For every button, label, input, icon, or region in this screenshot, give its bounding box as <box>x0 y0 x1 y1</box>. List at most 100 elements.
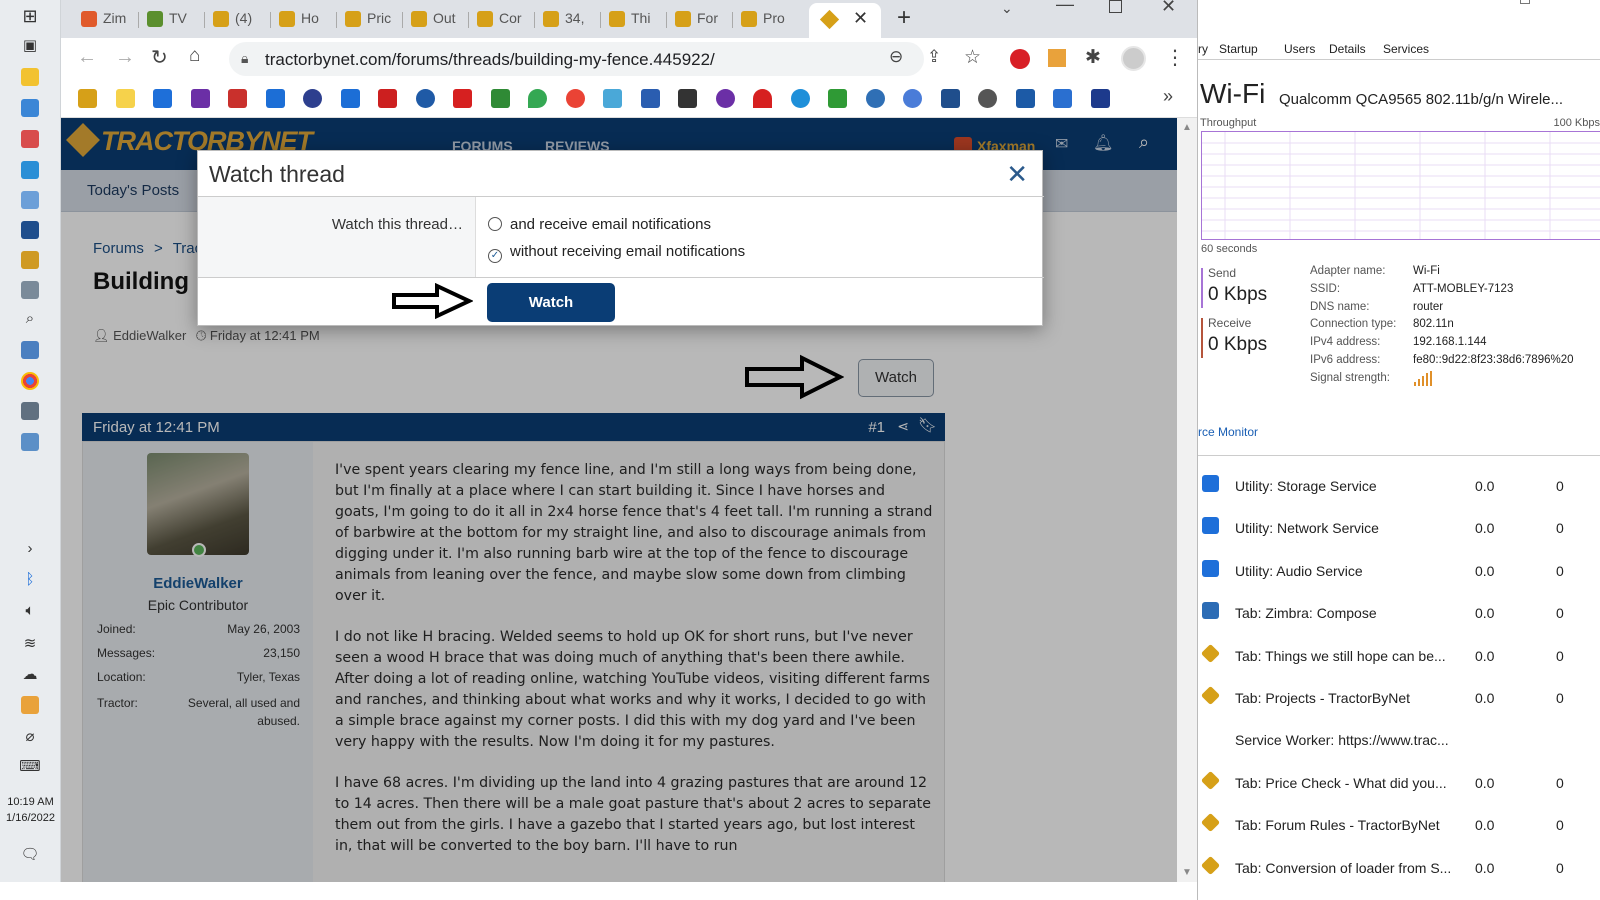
bookmark-icon[interactable] <box>941 89 960 108</box>
scroll-down-icon[interactable]: ▼ <box>1182 867 1192 878</box>
maximize-icon[interactable] <box>1520 0 1530 4</box>
maximize-icon[interactable] <box>1109 0 1122 13</box>
process-row[interactable]: Tab: Zimbra: Compose 0.0 0 <box>1198 588 1600 630</box>
bookmark-icon[interactable] <box>1091 89 1110 108</box>
process-row[interactable]: Service Worker: https://www.trac... <box>1198 715 1600 757</box>
scroll-up-icon[interactable]: ▲ <box>1182 122 1192 133</box>
browser-tab[interactable]: Out <box>403 4 469 34</box>
bookmark-icon[interactable] <box>1053 89 1072 108</box>
tab-search-icon[interactable]: ⌄ <box>1001 0 1013 17</box>
bookmark-icon[interactable] <box>828 89 847 108</box>
menu-icon[interactable]: ⋮ <box>1165 45 1185 70</box>
taskbar-clock[interactable]: 10:19 AM 1/16/2022 <box>0 794 61 826</box>
active-browser-tab[interactable]: ✕ <box>809 3 881 38</box>
radio-email-notifications[interactable]: and receive email notifications <box>488 216 711 233</box>
zoom-icon[interactable]: ⊖ <box>889 47 903 67</box>
share-icon[interactable]: ⇪ <box>927 47 941 67</box>
bookmark-icon[interactable] <box>78 89 97 108</box>
tab-startup[interactable]: Startup <box>1219 42 1258 56</box>
file-explorer-icon[interactable] <box>21 68 39 86</box>
bookmark-icon[interactable] <box>341 89 360 108</box>
home-icon[interactable]: ⌂ <box>189 45 200 67</box>
app-icon[interactable] <box>21 161 39 179</box>
bookmark-icon[interactable] <box>491 89 510 108</box>
lock-icon[interactable]: 🔒︎ <box>241 50 248 67</box>
bookmark-icon[interactable] <box>866 89 885 108</box>
browser-tab[interactable]: Pric <box>337 4 403 34</box>
close-tab-icon[interactable]: ✕ <box>853 8 868 29</box>
bookmark-star-icon[interactable]: ☆ <box>964 46 981 69</box>
onedrive-icon[interactable]: ☁︎ <box>18 665 42 683</box>
bluetooth-icon[interactable]: ᛒ <box>18 571 42 588</box>
bookmark-icon[interactable] <box>191 89 210 108</box>
browser-tab[interactable]: Zim <box>73 4 139 34</box>
minimize-icon[interactable]: — <box>1056 0 1074 15</box>
calculator-icon[interactable] <box>21 402 39 420</box>
printer-icon[interactable] <box>21 281 39 299</box>
bookmark-icon[interactable] <box>378 89 397 108</box>
windows-start-icon[interactable]: ⊞ <box>18 6 42 27</box>
browser-tab[interactable]: Ho <box>271 4 337 34</box>
new-tab-button[interactable]: + <box>897 4 911 32</box>
bookmark-icon[interactable] <box>641 89 660 108</box>
bookmark-icon[interactable] <box>903 89 922 108</box>
browser-tab[interactable]: TV <box>139 4 205 34</box>
process-row[interactable]: Utility: Storage Service 0.0 0 <box>1198 461 1600 503</box>
browser-tab[interactable]: (4) <box>205 4 271 34</box>
tab-details[interactable]: Details <box>1329 42 1366 56</box>
bookmark-icon[interactable] <box>153 89 172 108</box>
radio-unchecked-icon[interactable] <box>488 217 502 231</box>
bookmark-icon[interactable] <box>753 89 772 108</box>
extension-icon[interactable] <box>1048 49 1066 67</box>
resource-monitor-link[interactable]: rce Monitor <box>1198 425 1258 439</box>
bookmark-icon[interactable] <box>528 89 547 108</box>
attachment-icon[interactable]: ⌀ <box>18 727 42 745</box>
process-row[interactable]: Utility: Audio Service 0.0 0 <box>1198 546 1600 588</box>
browser-tab[interactable]: Pro <box>733 4 799 34</box>
bookmark-icon[interactable] <box>266 89 285 108</box>
app-icon[interactable] <box>21 130 39 148</box>
process-row[interactable]: Tab: Forum Rules - TractorByNet 0.0 0 <box>1198 800 1600 842</box>
page-scrollbar[interactable]: ▲ ▼ <box>1177 118 1197 882</box>
extensions-puzzle-icon[interactable]: ✱ <box>1085 46 1101 69</box>
radio-no-email-notifications[interactable]: ✓ without receiving email notifications <box>488 243 745 263</box>
bookmark-icon[interactable] <box>603 89 622 108</box>
chevron-right-icon[interactable]: › <box>18 540 42 557</box>
chrome-icon[interactable] <box>21 372 39 390</box>
browser-tab[interactable]: 34, <box>535 4 601 34</box>
keyboard-icon[interactable]: ⌨︎ <box>18 757 42 775</box>
process-row[interactable]: Tab: Conversion of loader from S... 0.0 0 <box>1198 843 1600 885</box>
tab-history[interactable]: ry <box>1198 42 1208 56</box>
process-row[interactable]: Utility: Network Service 0.0 0 <box>1198 503 1600 545</box>
profile-avatar[interactable] <box>1121 46 1146 71</box>
volume-icon[interactable]: 🔈︎ <box>18 602 42 619</box>
search-icon[interactable]: ⌕ <box>18 310 42 327</box>
browser-tab[interactable]: Cor <box>469 4 535 34</box>
browser-tab[interactable]: Thi <box>601 4 667 34</box>
close-dialog-icon[interactable]: ✕ <box>1006 159 1028 190</box>
bookmark-icon[interactable] <box>566 89 585 108</box>
tab-users[interactable]: Users <box>1284 42 1315 56</box>
radio-label[interactable]: and receive email notifications <box>510 216 711 233</box>
app-icon[interactable] <box>21 251 39 269</box>
bookmark-icon[interactable] <box>453 89 472 108</box>
app-icon[interactable] <box>21 191 39 209</box>
forward-icon[interactable]: → <box>115 46 135 69</box>
app-icon[interactable] <box>21 696 39 714</box>
bookmark-icon[interactable] <box>791 89 810 108</box>
process-row[interactable]: Tab: Things we still hope can be... 0.0 0 <box>1198 631 1600 673</box>
radio-checked-icon[interactable]: ✓ <box>488 249 502 263</box>
back-icon[interactable]: ← <box>77 46 97 69</box>
bookmark-icon[interactable] <box>978 89 997 108</box>
bookmark-folder-icon[interactable] <box>116 89 135 108</box>
extension-icon[interactable] <box>1010 49 1030 69</box>
app-icon[interactable] <box>21 341 39 359</box>
tab-services[interactable]: Services <box>1383 42 1429 56</box>
watch-submit-button[interactable]: Watch <box>487 283 615 322</box>
task-manager-icon[interactable] <box>21 433 39 451</box>
radio-label[interactable]: without receiving email notifications <box>510 243 745 260</box>
bookmark-icon[interactable] <box>1016 89 1035 108</box>
notifications-icon[interactable]: 🗨︎ <box>18 845 42 863</box>
wifi-icon[interactable]: ≋ <box>18 634 42 652</box>
process-row[interactable]: Tab: Price Check - What did you... 0.0 0 <box>1198 758 1600 800</box>
